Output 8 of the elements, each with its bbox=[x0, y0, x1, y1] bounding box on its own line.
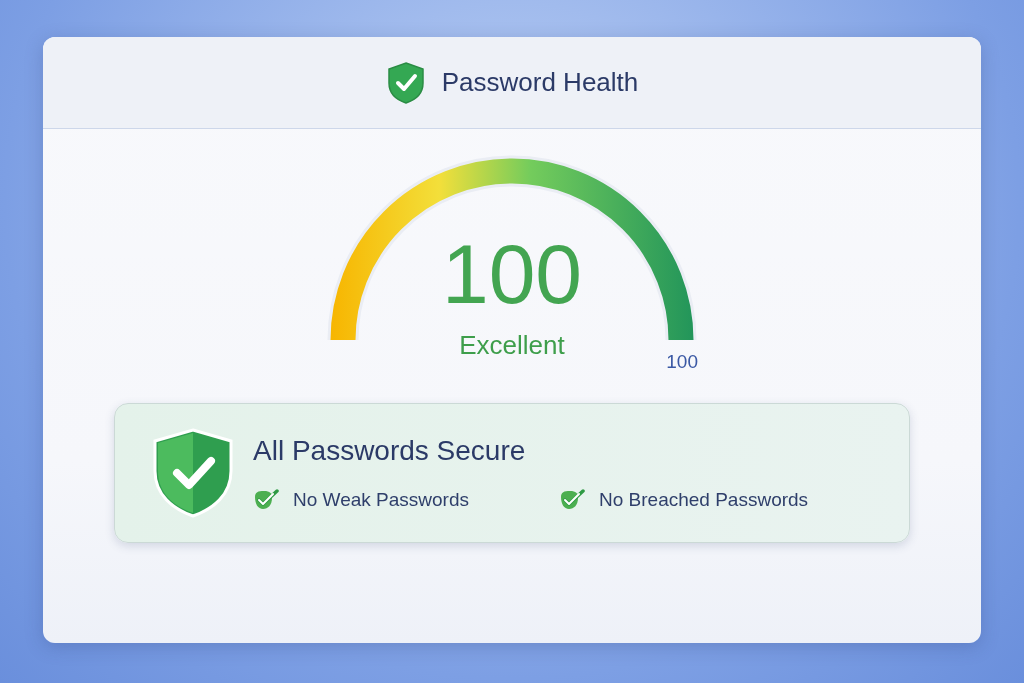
status-title: All Passwords Secure bbox=[253, 435, 527, 467]
score-rating: Excellent bbox=[458, 330, 566, 361]
check-label: No Breached Passwords bbox=[599, 489, 809, 511]
score-value: 100 bbox=[440, 232, 584, 316]
gauge-max-label: 100 bbox=[666, 351, 698, 373]
shield-check-icon bbox=[385, 60, 426, 105]
check-label: No Weak Passwords bbox=[293, 489, 469, 511]
window-title: Password Health bbox=[441, 67, 639, 98]
